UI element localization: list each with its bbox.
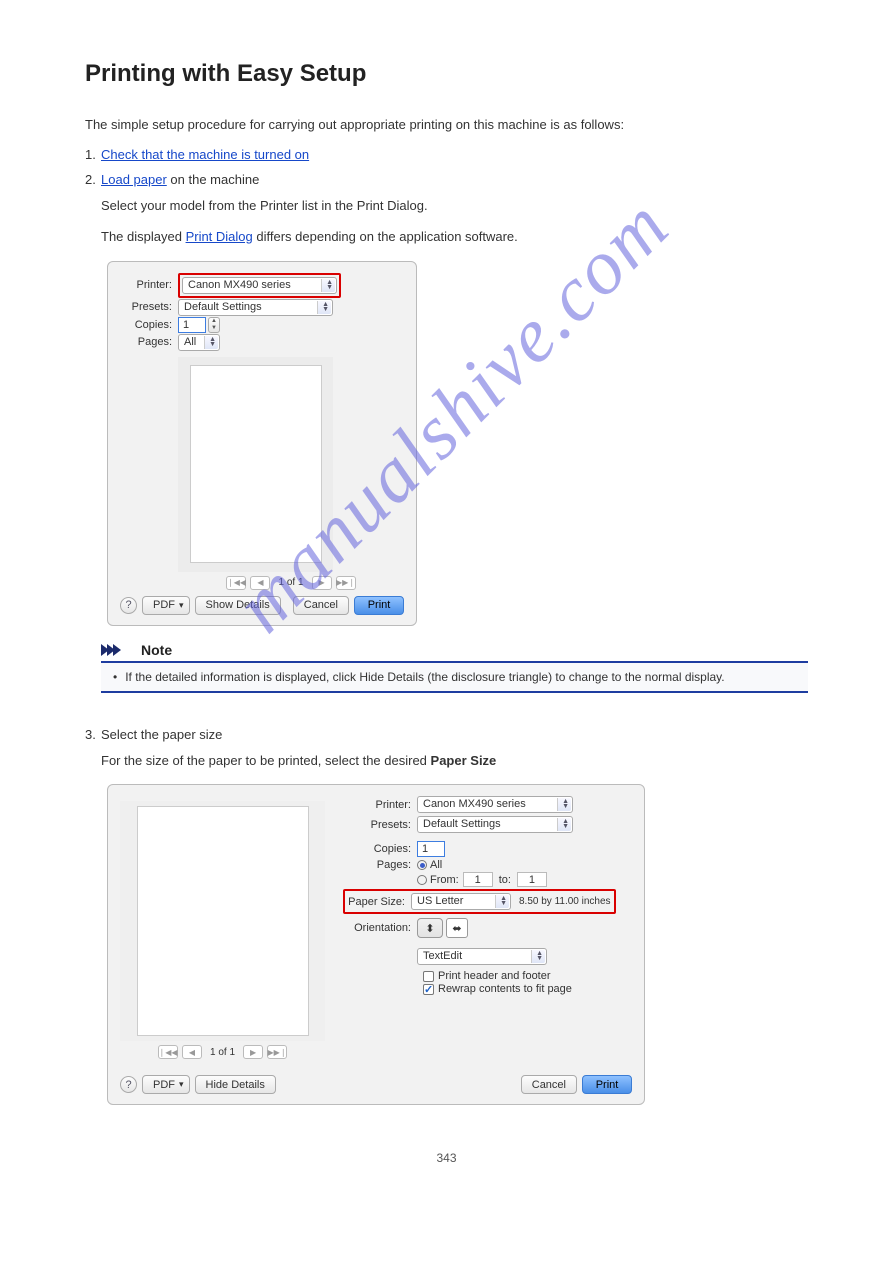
checkbox-header-footer[interactable] [423, 971, 434, 982]
paper-dimensions: 8.50 by 11.00 inches [519, 896, 611, 907]
presets-value: Default Settings [423, 817, 501, 832]
copies-input[interactable]: 1 [417, 841, 445, 857]
note-box: If the detailed information is displayed… [101, 661, 808, 693]
checkbox-rewrap[interactable] [423, 984, 434, 995]
link-print-dialog[interactable]: Print Dialog [186, 229, 253, 244]
orientation-landscape[interactable]: ⬌ [446, 918, 468, 938]
pager-prev[interactable]: ◀ [250, 576, 270, 590]
step-detail: For the size of the paper to be printed,… [101, 752, 808, 771]
label-pages: Pages: [343, 859, 417, 871]
presets-dropdown[interactable]: Default Settings ▲▼ [178, 299, 333, 316]
orientation-portrait[interactable]: ⬍ [417, 918, 443, 938]
cancel-button[interactable]: Cancel [521, 1075, 577, 1094]
help-button[interactable]: ? [120, 597, 137, 614]
note-chevrons-icon [101, 642, 135, 658]
step-number: 2. [85, 172, 101, 717]
preview-area-large [120, 801, 325, 1041]
pdf-button[interactable]: PDF [142, 596, 190, 615]
copies-stepper[interactable]: ▲▼ [208, 317, 220, 333]
pager-label: 1 of 1 [278, 577, 303, 588]
step-text: on the machine [170, 172, 259, 187]
label-printer: Printer: [343, 799, 417, 811]
label-presets: Presets: [120, 301, 178, 313]
step-number: 1. [85, 147, 101, 162]
label-orientation: Orientation: [343, 922, 417, 934]
pages-value: All [184, 335, 196, 350]
pager-last[interactable]: ▶▶❘ [336, 576, 356, 590]
pager-first[interactable]: ❘◀◀ [158, 1045, 178, 1059]
paper-value: US Letter [417, 894, 463, 909]
label-pages: Pages: [120, 336, 178, 348]
pager-label: 1 of 1 [210, 1047, 235, 1058]
paper-size-dropdown[interactable]: US Letter ▲▼ [411, 893, 511, 910]
label-copies: Copies: [120, 319, 178, 331]
show-details-button[interactable]: Show Details [195, 596, 281, 615]
pager-next[interactable]: ▶ [312, 576, 332, 590]
radio-all-label: All [430, 859, 442, 871]
pager-prev[interactable]: ◀ [182, 1045, 202, 1059]
to-label: to: [499, 874, 511, 886]
pager-last[interactable]: ▶▶❘ [267, 1045, 287, 1059]
note-bullet: If the detailed information is displayed… [113, 670, 796, 684]
copies-input[interactable]: 1 [178, 317, 206, 333]
checkbox-header-footer-label: Print header and footer [438, 970, 551, 982]
step-text: Select the paper size [101, 727, 222, 742]
print-button[interactable]: Print [354, 596, 404, 615]
printer-value: Canon MX490 series [423, 797, 526, 812]
app-options-dropdown[interactable]: TextEdit ▲▼ [417, 948, 547, 965]
preview-area [178, 357, 333, 572]
page-number: 343 [436, 1151, 456, 1165]
preview-page [190, 365, 322, 563]
app-value: TextEdit [423, 949, 462, 964]
pager-next[interactable]: ▶ [243, 1045, 263, 1059]
printer-dropdown[interactable]: Canon MX490 series ▲▼ [182, 277, 337, 294]
label-printer: Printer: [120, 279, 178, 291]
presets-value: Default Settings [184, 300, 262, 315]
print-button[interactable]: Print [582, 1075, 632, 1094]
presets-dropdown[interactable]: Default Settings ▲▼ [417, 816, 573, 833]
page-title: Printing with Easy Setup [85, 60, 808, 88]
intro-text: The simple setup procedure for carrying … [85, 116, 808, 135]
to-input[interactable]: 1 [517, 872, 547, 887]
step-note: The displayed Print Dialog differs depen… [101, 228, 808, 247]
label-copies: Copies: [343, 843, 417, 855]
link-model-select[interactable]: Load paper [101, 172, 167, 187]
note-label: Note [141, 642, 172, 658]
print-dialog-compact: Printer: Canon MX490 series ▲▼ Presets: … [107, 261, 417, 626]
radio-from-label: From: [430, 874, 459, 886]
printer-value: Canon MX490 series [188, 278, 291, 293]
print-dialog-expanded: ❘◀◀ ◀ 1 of 1 ▶ ▶▶❘ Printer: Canon MX490 … [107, 784, 645, 1105]
printer-dropdown[interactable]: Canon MX490 series ▲▼ [417, 796, 573, 813]
preview-page-large [137, 806, 309, 1036]
radio-from[interactable] [417, 875, 427, 885]
step-number: 3. [85, 727, 101, 1122]
hide-details-button[interactable]: Hide Details [195, 1075, 276, 1094]
pager-first[interactable]: ❘◀◀ [226, 576, 246, 590]
pdf-button[interactable]: PDF [142, 1075, 190, 1094]
cancel-button[interactable]: Cancel [293, 596, 349, 615]
pages-dropdown[interactable]: All ▲▼ [178, 334, 220, 351]
step-detail: Select your model from the Printer list … [101, 197, 808, 216]
label-presets: Presets: [343, 819, 417, 831]
help-button[interactable]: ? [120, 1076, 137, 1093]
from-input[interactable]: 1 [463, 872, 493, 887]
label-paper-size: Paper Size: [348, 896, 411, 908]
radio-all[interactable] [417, 860, 427, 870]
checkbox-rewrap-label: Rewrap contents to fit page [438, 983, 572, 995]
link-paper-load[interactable]: Check that the machine is turned on [101, 147, 309, 162]
